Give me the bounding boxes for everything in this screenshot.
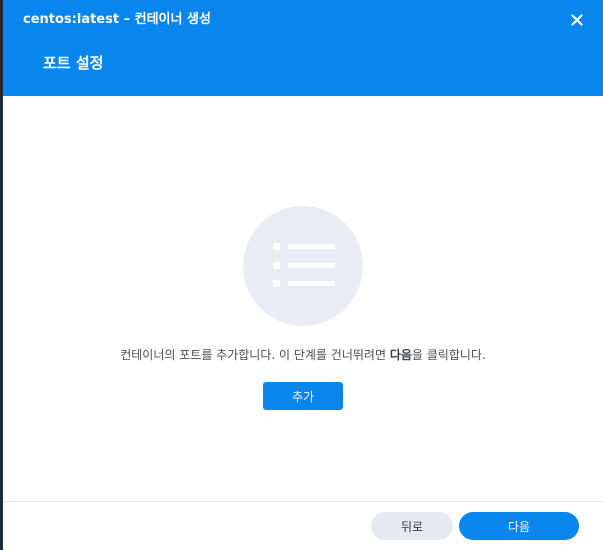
list-icon [243,206,363,326]
step-title: 포트 설정 [43,54,104,72]
next-button[interactable]: 다음 [459,512,579,540]
add-port-button[interactable]: 추가 [263,382,343,410]
message-text-after: 을 클릭합니다. [411,348,486,362]
message-text-before: 컨테이너의 포트를 추가합니다. 이 단계를 건너뛰려면 [120,348,390,362]
message-next-emphasis: 다음 [389,348,412,362]
empty-state-message: 컨테이너의 포트를 추가합니다. 이 단계를 건너뛰려면 다음을 클릭합니다. [3,346,603,364]
close-button[interactable] [567,10,587,30]
back-button[interactable]: 뒤로 [371,512,453,540]
footer-divider [3,501,603,502]
close-icon [571,14,583,26]
window-title: centos:latest – 컨테이너 생성 [23,12,211,27]
dialog-header: centos:latest – 컨테이너 생성 포트 설정 [3,0,603,96]
create-container-dialog: centos:latest – 컨테이너 생성 포트 설정 컨테이너의 포트를 … [0,0,603,550]
